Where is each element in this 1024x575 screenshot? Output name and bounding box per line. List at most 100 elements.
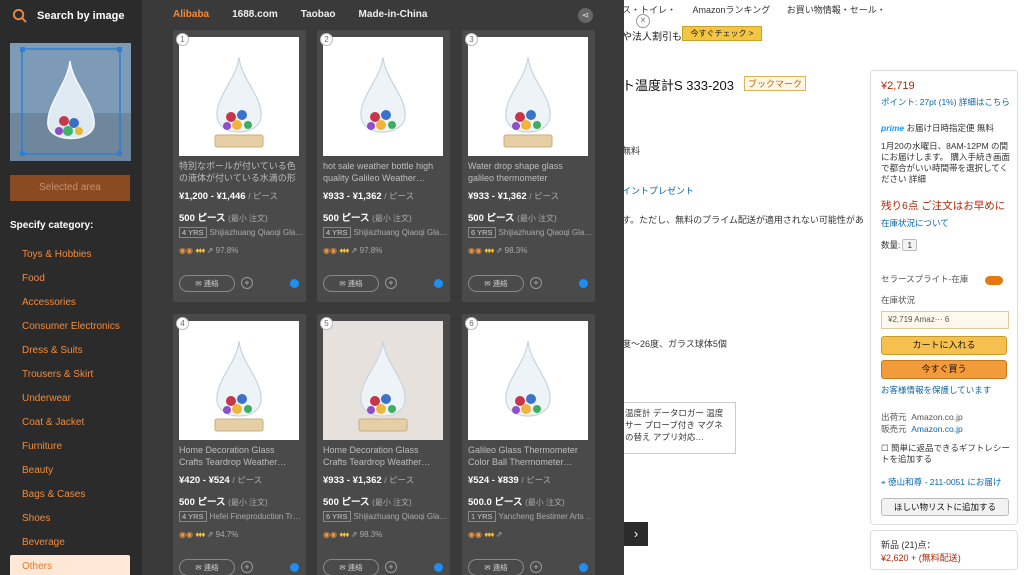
- point-present-link[interactable]: イントプレゼント: [622, 184, 694, 197]
- supplier-name[interactable]: Shijiazhuang Qiaoqi Gla…: [354, 228, 447, 237]
- result-card[interactable]: 5 Home Decoration Glass Crafts Teardrop W…: [317, 314, 450, 575]
- new-offers-label: 新品 (21)点：: [881, 540, 936, 550]
- points-text[interactable]: ポイント: 27pt (1%) 詳細はこちら: [881, 97, 1011, 108]
- in-stock-link[interactable]: 在庫状況について: [881, 218, 1011, 229]
- result-card[interactable]: 1 特別なボールが付いている色の液体が付いている水滴の形の… ¥1,200 - ¥1…: [173, 30, 306, 302]
- supplier-name[interactable]: Yancheng Bestimer Arts …: [499, 512, 592, 521]
- product-title-link[interactable]: Galileo Glass Thermometer Color Ball The…: [468, 445, 590, 468]
- category-item[interactable]: Food: [10, 267, 130, 291]
- result-card[interactable]: 4 Home Decoration Glass Crafts Teardrop W…: [173, 314, 306, 575]
- query-image[interactable]: [10, 43, 131, 161]
- contact-button[interactable]: ✉ 連絡: [468, 275, 524, 292]
- tab-1688[interactable]: 1688.com: [232, 9, 278, 20]
- category-item[interactable]: Bags & Cases: [10, 483, 130, 507]
- contact-button[interactable]: ✉ 連絡: [323, 559, 379, 575]
- add-icon[interactable]: +: [530, 561, 542, 573]
- category-item[interactable]: Coat & Jacket: [10, 411, 130, 435]
- buy-now-button[interactable]: 今すぐ買う: [881, 360, 1007, 379]
- gift-receipt-checkbox[interactable]: ☐ 簡単に返品できるギフトレシートを追加する: [881, 443, 1011, 465]
- add-to-cart-button[interactable]: カートに入れる: [881, 336, 1007, 355]
- contact-button[interactable]: ✉ 連絡: [323, 275, 379, 292]
- years-badge: 1 YRS: [468, 511, 496, 522]
- nav-item[interactable]: Amazonランキング: [693, 5, 771, 15]
- bookmark-button[interactable]: ブックマーク: [744, 76, 807, 91]
- category-item[interactable]: Dress & Suits: [10, 339, 130, 363]
- chat-status-dot[interactable]: [290, 563, 299, 572]
- category-item[interactable]: Trousers & Skirt: [10, 363, 130, 387]
- add-icon[interactable]: +: [530, 277, 542, 289]
- product-image[interactable]: [179, 37, 299, 156]
- chat-status-dot[interactable]: [434, 563, 443, 572]
- product-title-link[interactable]: Home Decoration Glass Crafts Teardrop We…: [179, 445, 301, 468]
- secure-info-link[interactable]: お客様情報を保護しています: [881, 385, 1011, 396]
- tab-taobao[interactable]: Taobao: [301, 9, 336, 20]
- product-image[interactable]: [468, 321, 588, 440]
- product-title-link[interactable]: Water drop shape glass galileo thermomet…: [468, 161, 590, 184]
- share-icon[interactable]: ⋖: [578, 8, 593, 23]
- verified-icon: ◉◉: [323, 246, 337, 255]
- moq-sub: (最小 注文): [525, 498, 565, 507]
- chat-status-dot[interactable]: [579, 279, 588, 288]
- category-item[interactable]: Accessories: [10, 291, 130, 315]
- product-image[interactable]: [179, 321, 299, 440]
- supplier-name[interactable]: Hefei Fineproduction Tr…: [210, 512, 301, 521]
- response-rate-icon: ⇗: [350, 530, 358, 539]
- chat-status-dot[interactable]: [434, 279, 443, 288]
- result-card[interactable]: 6 Galileo Glass Thermometer Color Ball Th…: [462, 314, 595, 575]
- related-product-box[interactable]: 温度計 データロガー 温度サー プローブ付き マグネの替え アプリ対応…: [618, 402, 736, 454]
- tab-alibaba[interactable]: Alibaba: [173, 9, 209, 20]
- category-item[interactable]: Furniture: [10, 435, 130, 459]
- seller-sprite-toggle[interactable]: [985, 276, 1003, 285]
- nav-item[interactable]: お買い物情報・セール・: [787, 5, 886, 15]
- teardrop-thermometer-image: [179, 321, 299, 440]
- category-item[interactable]: Beverage: [10, 531, 130, 555]
- free-text: 無料: [622, 146, 641, 156]
- category-item[interactable]: Shoes: [10, 507, 130, 531]
- delivery-address[interactable]: ⌖ 徳山和尊 - 211-0051 にお届け: [881, 477, 1011, 488]
- supplier-name[interactable]: Shijiazhuang Qiaoqi Gla…: [210, 228, 303, 237]
- category-item[interactable]: Toys & Hobbies: [10, 243, 130, 267]
- diamond-icon: ♦♦♦: [339, 530, 349, 539]
- product-title-link[interactable]: hot sale weather bottle high quality Gal…: [323, 161, 445, 184]
- supplier-badges: ◉◉ ♦♦♦ ⇗ 98.3%: [323, 530, 382, 539]
- category-item[interactable]: Underwear: [10, 387, 130, 411]
- contact-button[interactable]: ✉ 連絡: [468, 559, 524, 575]
- supplier-name[interactable]: Shijiazhuang Qiaoqi Gla…: [354, 512, 447, 521]
- add-icon[interactable]: +: [241, 561, 253, 573]
- product-image[interactable]: [323, 37, 443, 156]
- close-icon[interactable]: ×: [636, 14, 650, 28]
- chat-status-dot[interactable]: [290, 279, 299, 288]
- response-rate-icon: ⇗: [206, 530, 214, 539]
- sold-by-value[interactable]: Amazon.co.jp: [911, 424, 963, 434]
- nav-item[interactable]: ス・トイレ・: [622, 5, 676, 15]
- product-title-link[interactable]: 特別なボールが付いている色の液体が付いている水滴の形の…: [179, 161, 301, 184]
- category-item[interactable]: Others: [10, 555, 130, 575]
- next-arrow-button[interactable]: ›: [624, 522, 648, 546]
- product-image[interactable]: [468, 37, 588, 156]
- ships-from-label: 出荷元: [881, 412, 907, 422]
- unit-label: / ピース: [529, 191, 560, 201]
- selected-area-button[interactable]: Selected area: [10, 175, 130, 201]
- new-offers-box[interactable]: 新品 (21)点： ¥2,620 + (無料配送): [870, 530, 1018, 570]
- product-title-link[interactable]: Home Decoration Glass Crafts Teardrop We…: [323, 445, 445, 468]
- gift-receipt-label: 簡単に返品できるギフトレシートを追加する: [881, 443, 1010, 464]
- contact-button[interactable]: ✉ 連絡: [179, 275, 235, 292]
- supplier-badges: ◉◉ ♦♦♦ ⇗ 94.7%: [179, 530, 238, 539]
- result-number: 4: [176, 317, 189, 330]
- result-card[interactable]: 2 hot sale weather bottle high quality Ga…: [317, 30, 450, 302]
- min-order: 500 ピース (最小 注文): [323, 494, 412, 508]
- add-to-wishlist-button[interactable]: ほしい物リストに追加する: [881, 498, 1009, 516]
- category-item[interactable]: Beauty: [10, 459, 130, 483]
- contact-button[interactable]: ✉ 連絡: [179, 559, 235, 575]
- add-icon[interactable]: +: [241, 277, 253, 289]
- quantity-select[interactable]: 1: [902, 239, 918, 251]
- product-image[interactable]: [323, 321, 443, 440]
- add-icon[interactable]: +: [385, 277, 397, 289]
- chat-status-dot[interactable]: [579, 563, 588, 572]
- result-card[interactable]: 3 Water drop shape glass galileo thermome…: [462, 30, 595, 302]
- tab-made-in-china[interactable]: Made-in-China: [359, 9, 428, 20]
- banner-check-button[interactable]: 今すぐチェック >: [682, 26, 762, 41]
- supplier-name[interactable]: Shijiazhuang Qiaoqi Gla…: [499, 228, 592, 237]
- add-icon[interactable]: +: [385, 561, 397, 573]
- category-item[interactable]: Consumer Electronics: [10, 315, 130, 339]
